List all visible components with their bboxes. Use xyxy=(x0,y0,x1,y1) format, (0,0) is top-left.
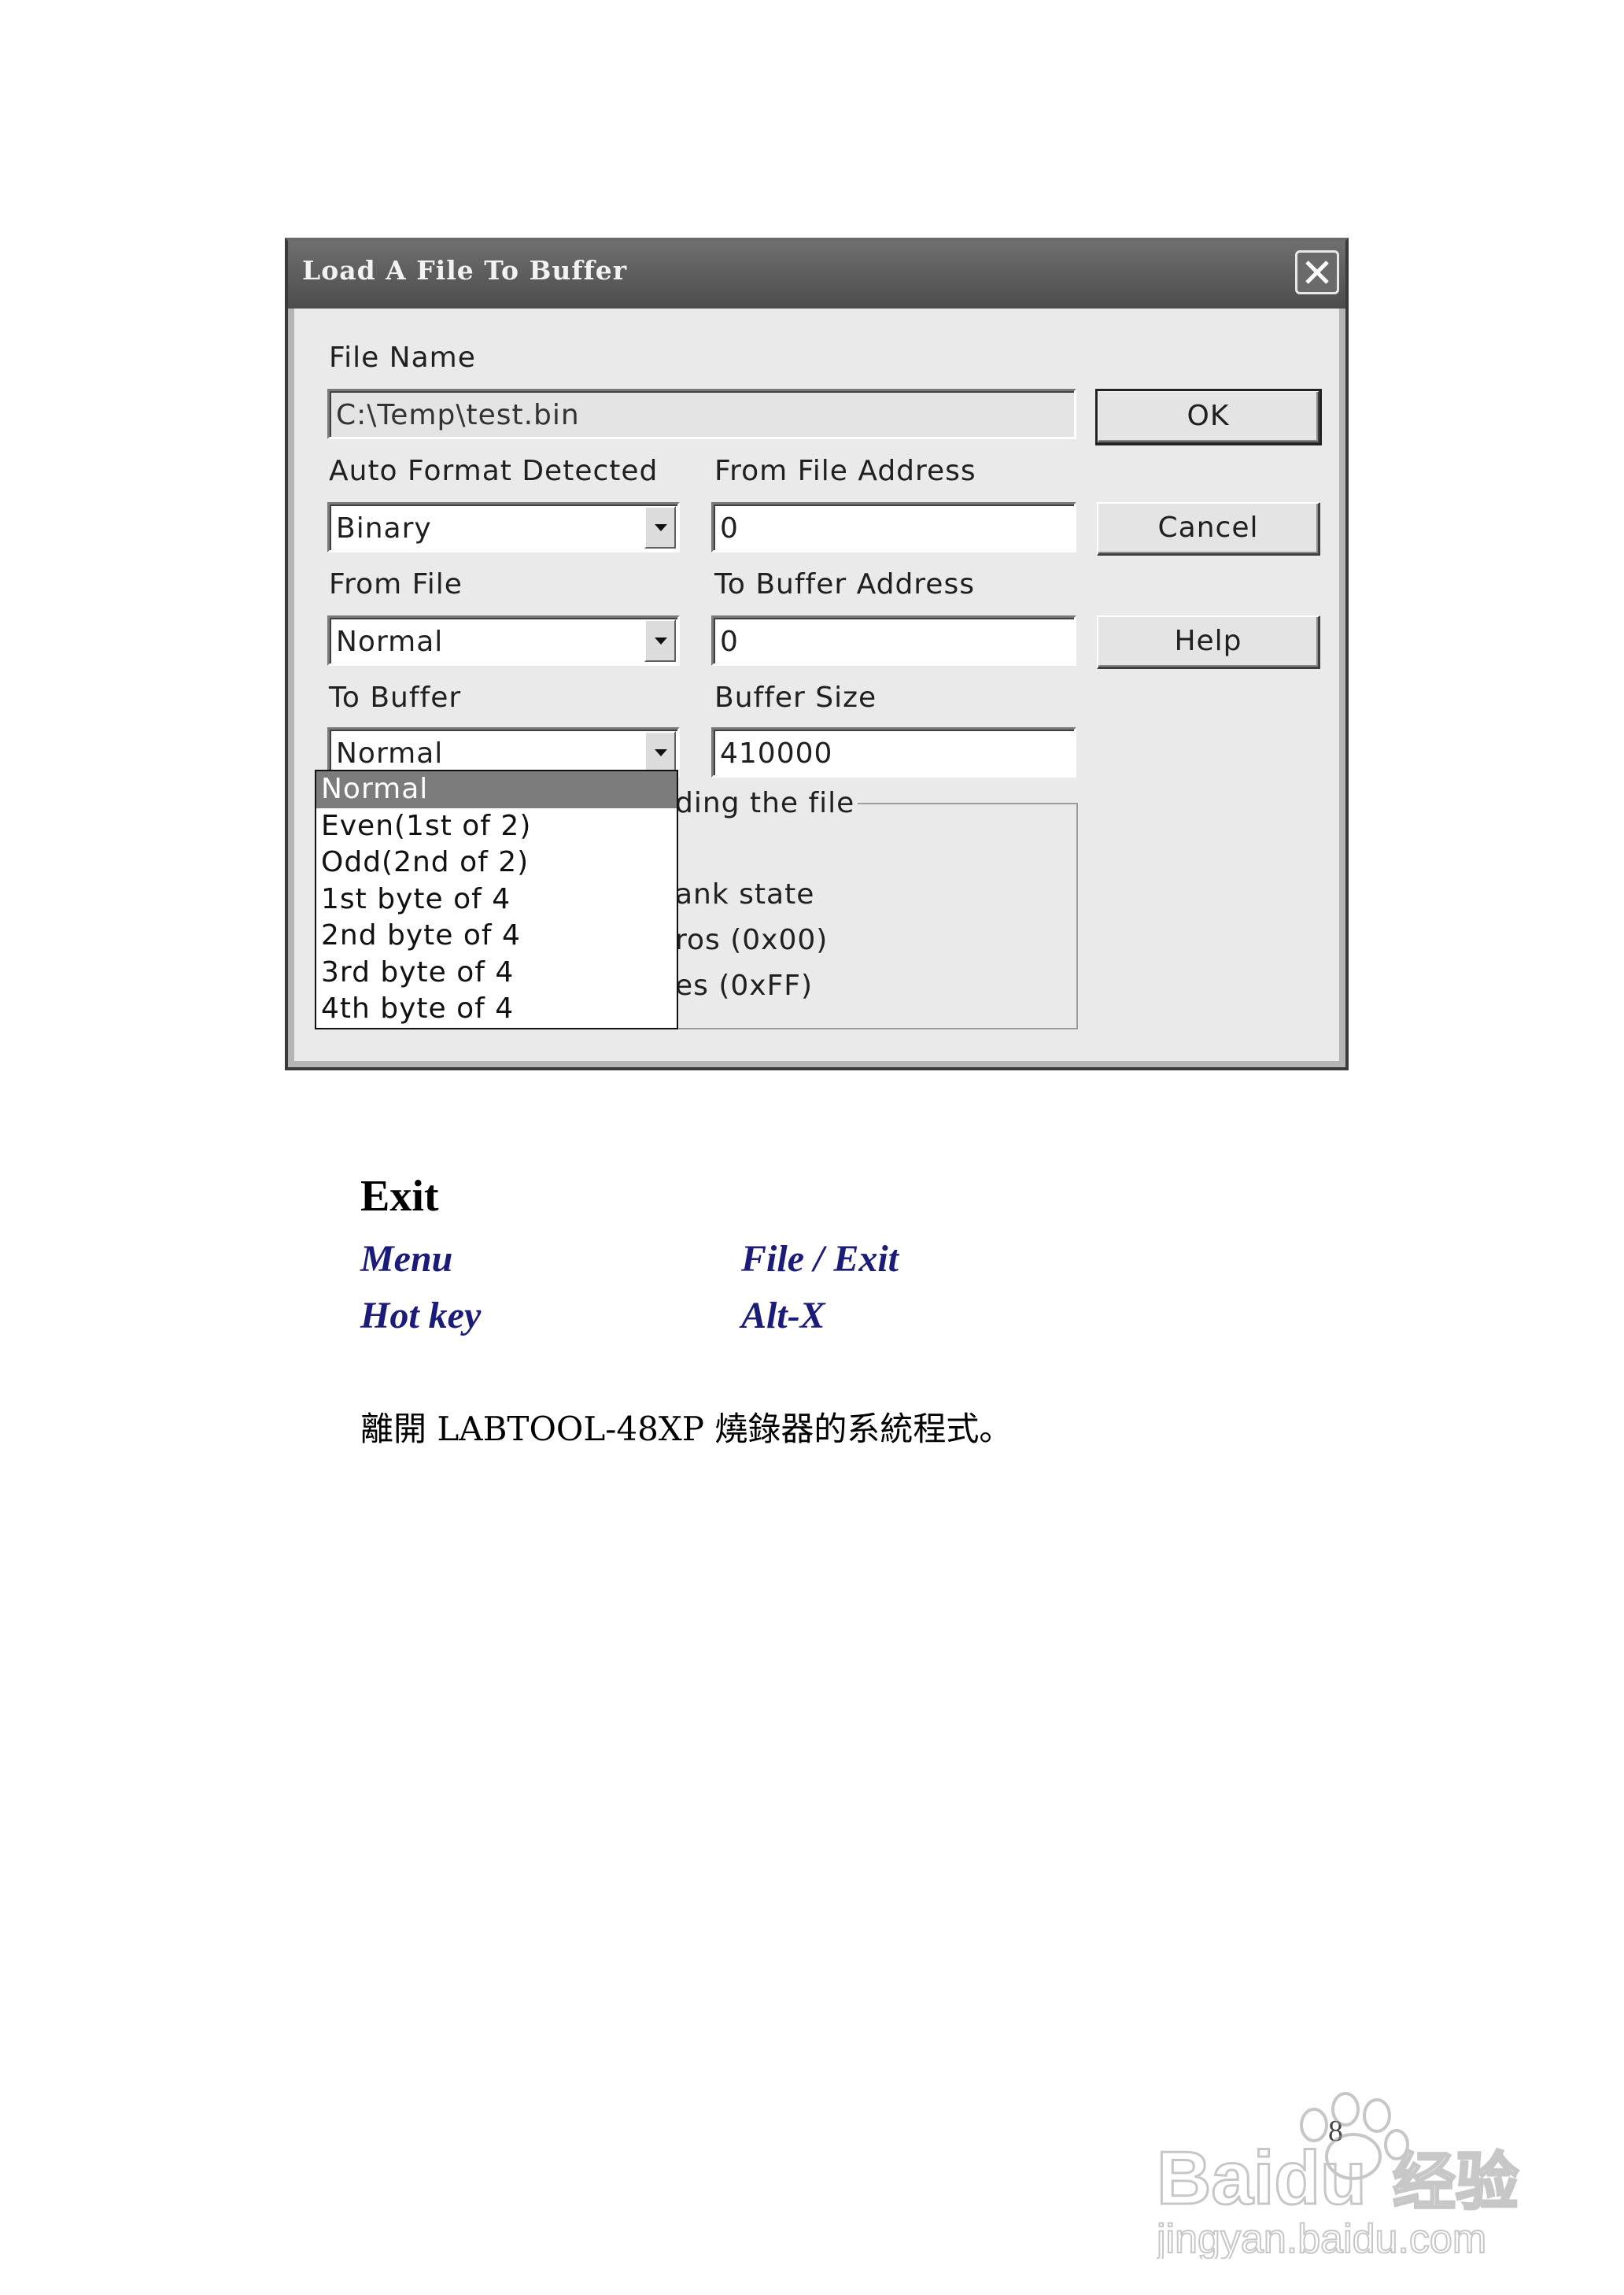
to-buffer-dropdown-list: Normal Even(1st of 2) Odd(2nd of 2) 1st … xyxy=(315,770,678,1029)
to-buffer-value: Normal xyxy=(336,737,444,770)
menu-value: File / Exit xyxy=(741,1238,899,1280)
watermark-cn: 经验 xyxy=(1393,2145,1519,2219)
baidu-watermark: Baidu 经验 jingyan.baidu.com xyxy=(1154,2078,1550,2263)
to-buffer-address-label: To Buffer Address xyxy=(714,568,975,601)
from-file-combo[interactable]: Normal xyxy=(327,615,680,666)
from-file-label: From File xyxy=(329,568,463,601)
watermark-brand: Baidu xyxy=(1157,2136,1367,2220)
auto-format-combo[interactable]: Binary xyxy=(327,502,680,552)
help-button[interactable]: Help xyxy=(1097,615,1320,669)
buffer-size-input[interactable]: 410000 xyxy=(711,727,1076,778)
dropdown-option[interactable]: 4th byte of 4 xyxy=(316,991,677,1028)
description-paragraph: 離開 LABTOOL-48XP 燒錄器的系統程式。 xyxy=(360,1410,1013,1448)
auto-format-value: Binary xyxy=(336,512,432,545)
from-file-value: Normal xyxy=(336,626,444,658)
from-file-address-input[interactable]: 0 xyxy=(711,502,1076,552)
dropdown-option[interactable]: Normal xyxy=(316,771,677,808)
chevron-down-icon[interactable] xyxy=(644,506,676,549)
cancel-button[interactable]: Cancel xyxy=(1097,502,1320,556)
section-heading: Exit xyxy=(360,1172,439,1221)
fill-option-ones[interactable]: es (0xFF) xyxy=(675,970,813,1002)
dropdown-option[interactable]: 1st byte of 4 xyxy=(316,881,677,918)
chevron-down-icon[interactable] xyxy=(644,619,676,662)
chevron-down-icon[interactable] xyxy=(644,731,676,774)
file-name-label: File Name xyxy=(329,342,476,374)
baidu-paw-icon: Baidu 经验 jingyan.baidu.com xyxy=(1154,2092,1520,2263)
hotkey-key: Hot key xyxy=(360,1295,482,1336)
dropdown-option[interactable]: 3rd byte of 4 xyxy=(316,955,677,992)
watermark-url: jingyan.baidu.com xyxy=(1157,2216,1486,2259)
close-icon xyxy=(1305,261,1329,284)
ok-button[interactable]: OK xyxy=(1095,389,1322,445)
auto-format-label: Auto Format Detected xyxy=(329,455,659,487)
dropdown-option[interactable]: Even(1st of 2) xyxy=(316,808,677,845)
close-button[interactable] xyxy=(1295,250,1339,294)
dialog-titlebar[interactable]: Load A File To Buffer xyxy=(288,241,1345,309)
groupbox-title: ding the file xyxy=(672,787,858,819)
fill-option-zeros[interactable]: ros (0x00) xyxy=(675,924,828,956)
to-buffer-label: To Buffer xyxy=(329,682,462,714)
dialog-title: Load A File To Buffer xyxy=(302,255,628,286)
buffer-size-label: Buffer Size xyxy=(714,682,877,714)
dropdown-option[interactable]: Odd(2nd of 2) xyxy=(316,844,677,881)
fill-option-blank[interactable]: ank state xyxy=(675,878,814,911)
menu-key: Menu xyxy=(360,1238,453,1280)
to-buffer-address-input[interactable]: 0 xyxy=(711,615,1076,666)
dropdown-option[interactable]: 2nd byte of 4 xyxy=(316,918,677,955)
from-file-address-label: From File Address xyxy=(714,455,976,487)
file-name-field[interactable]: C:\Temp\test.bin xyxy=(327,389,1076,439)
hotkey-value: Alt-X xyxy=(741,1295,825,1336)
